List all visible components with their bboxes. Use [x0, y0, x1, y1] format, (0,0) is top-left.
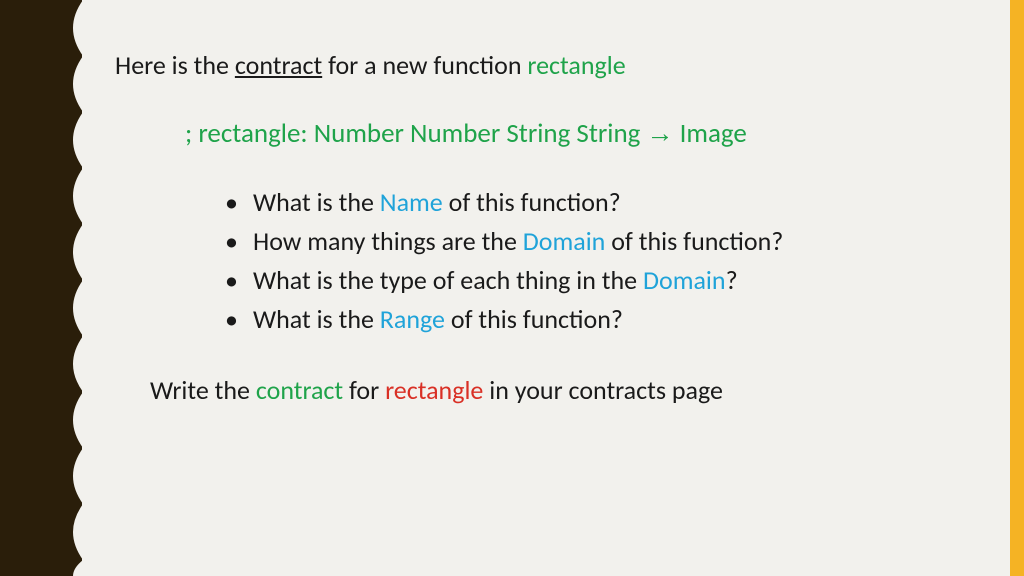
intro-underlined: contract: [235, 49, 322, 81]
list-item: What is the Name of this function?: [225, 185, 984, 220]
bullet-highlight: Name: [380, 186, 443, 218]
intro-pre: Here is the: [115, 49, 235, 81]
list-item: What is the Range of this function?: [225, 302, 984, 337]
intro-funcname: rectangle: [527, 49, 625, 81]
contract-signature: ; rectangle: Number Number String String…: [185, 115, 984, 152]
question-list: What is the Name of this function? How m…: [225, 185, 984, 337]
bullet-highlight: Domain: [523, 225, 606, 257]
instr-t2: for: [343, 374, 385, 406]
instr-t1: Write the: [150, 374, 256, 406]
sig-prefix: ; rectangle: Number Number String String: [185, 117, 647, 150]
arrow-icon: →: [647, 118, 674, 148]
list-item: How many things are the Domain of this f…: [225, 224, 984, 259]
sig-suffix: Image: [674, 117, 747, 150]
right-accent-bar: [1010, 0, 1024, 576]
instr-rectangle: rectangle: [385, 374, 483, 406]
bullet-highlight: Range: [380, 303, 445, 335]
intro-mid: for a new function: [322, 49, 527, 81]
bullet-post: ?: [726, 264, 738, 296]
intro-line: Here is the contract for a new function …: [115, 48, 984, 83]
bullet-post: of this function?: [443, 186, 621, 218]
bullet-post: of this function?: [605, 225, 783, 257]
list-item: What is the type of each thing in the Do…: [225, 263, 984, 298]
bullet-pre: What is the: [253, 303, 380, 335]
bullet-post: of this function?: [445, 303, 623, 335]
left-scallop-decoration: [0, 0, 82, 576]
bullet-highlight: Domain: [643, 264, 726, 296]
instr-t3: in your contracts page: [483, 374, 723, 406]
bullet-pre: How many things are the: [253, 225, 523, 257]
bullet-pre: What is the type of each thing in the: [253, 264, 643, 296]
slide-content: Here is the contract for a new function …: [115, 48, 984, 408]
instruction-line: Write the contract for rectangle in your…: [150, 373, 984, 408]
instr-contract: contract: [256, 374, 343, 406]
bullet-pre: What is the: [253, 186, 380, 218]
